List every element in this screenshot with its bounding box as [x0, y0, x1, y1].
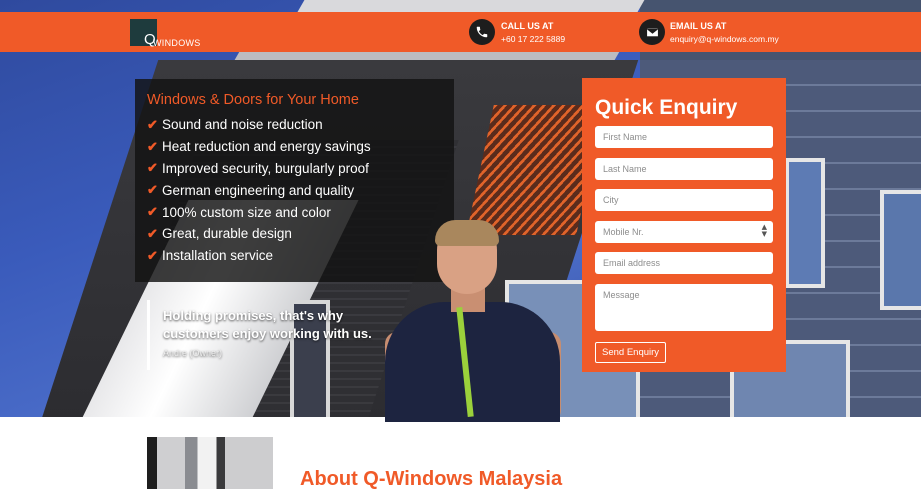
benefit-text: 100% custom size and color — [162, 204, 331, 220]
building-window — [785, 158, 825, 288]
benefit-text: Sound and noise reduction — [162, 117, 323, 133]
check-icon: ✔ — [147, 138, 158, 154]
message-textarea[interactable] — [595, 283, 773, 331]
building-window — [880, 190, 921, 310]
call-us-label: CALL US AT — [501, 21, 554, 31]
logo-text: WINDOWS — [153, 38, 201, 48]
owner-photo — [385, 220, 565, 422]
check-icon: ✔ — [147, 247, 158, 263]
benefit-text: Great, durable design — [162, 226, 292, 242]
quote-bar — [147, 300, 150, 370]
phone-icon — [469, 19, 495, 45]
about-title: About Q-Windows Malaysia — [300, 468, 563, 489]
testimonial-author: Andre (Owner) — [163, 348, 223, 358]
benefit-text: Installation service — [162, 248, 274, 264]
last-name-input[interactable] — [595, 157, 773, 180]
testimonial-quote: Holding promises, that's why customers e… — [163, 308, 372, 341]
check-icon: ✔ — [147, 160, 158, 176]
about-window-image — [147, 437, 273, 489]
email-us-label: EMAIL US AT — [670, 21, 727, 31]
benefit-text: German engineering and quality — [162, 182, 355, 198]
first-name-input[interactable] — [595, 126, 773, 148]
benefit-item: ✔ Sound and noise reduction — [147, 114, 442, 136]
check-icon: ✔ — [147, 116, 158, 132]
check-icon: ✔ — [147, 182, 158, 198]
photo-hair — [435, 220, 499, 246]
check-icon: ✔ — [147, 225, 158, 241]
top-header-bar: Q WINDOWS CALL US AT +60 17 222 5889 EMA… — [0, 12, 921, 52]
benefit-item: ✔ Heat reduction and energy savings — [147, 136, 442, 158]
phone-number: +60 17 222 5889 — [501, 34, 566, 44]
stepper-arrows-icon[interactable]: ▲ ▼ — [762, 223, 767, 238]
mobile-number-input[interactable] — [595, 220, 773, 243]
quick-enquiry-form: Quick Enquiry ▲▼ Send Enquiry — [582, 78, 786, 372]
check-icon: ✔ — [147, 204, 158, 220]
form-title: Quick Enquiry — [595, 96, 738, 119]
send-enquiry-button[interactable]: Send Enquiry — [595, 342, 667, 363]
email-address: enquiry@q-windows.com.my — [670, 34, 779, 44]
city-input[interactable] — [595, 189, 773, 211]
benefit-text: Heat reduction and energy savings — [162, 139, 371, 155]
email-input[interactable] — [595, 252, 773, 274]
benefit-item: ✔ German engineering and quality — [147, 179, 442, 201]
benefits-title: Windows & Doors for Your Home — [147, 92, 359, 108]
mobile-field-wrapper: ▲▼ — [595, 220, 773, 243]
benefit-item: ✔ Improved security, burgularly proof — [147, 158, 442, 180]
benefit-item: ✔ 100% custom size and color — [147, 201, 442, 223]
envelope-icon — [639, 19, 665, 45]
benefit-text: Improved security, burgularly proof — [162, 160, 369, 176]
